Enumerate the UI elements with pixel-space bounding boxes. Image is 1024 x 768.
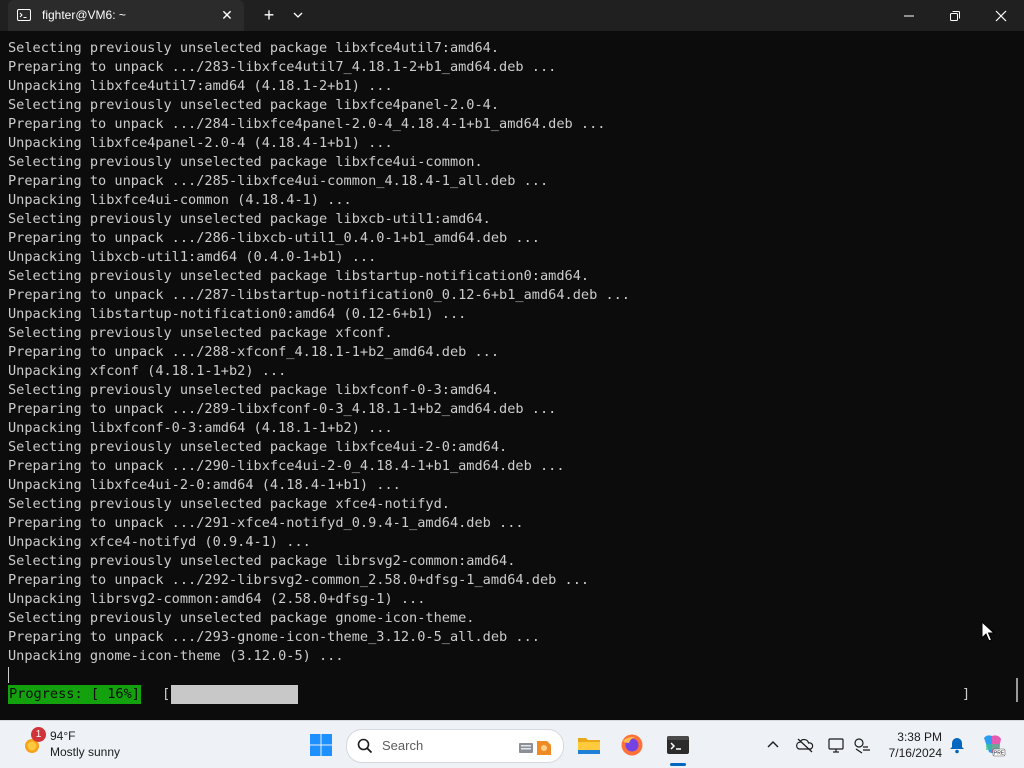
terminal-line: Unpacking libxfconf-0-3:amd64 (4.18.1-1+… (8, 420, 393, 436)
mouse-pointer-icon (981, 621, 995, 642)
terminal-line: Selecting previously unselected package … (8, 439, 508, 455)
terminal-line: Selecting previously unselected package … (8, 268, 590, 284)
start-button[interactable] (303, 727, 339, 763)
chevron-down-icon (293, 12, 303, 18)
terminal-line: Selecting previously unselected package … (8, 553, 516, 569)
close-button[interactable] (978, 0, 1024, 31)
terminal-line: Preparing to unpack .../289-libxfconf-0-… (8, 401, 557, 417)
terminal-line: Unpacking xfce4-notifyd (0.9.4-1) ... (8, 534, 311, 550)
terminal-tab[interactable]: fighter@VM6: ~ ✕ (8, 0, 244, 31)
terminal-icon (667, 736, 689, 754)
search-highlight-icon (519, 741, 551, 755)
terminal-line: Unpacking libxcb-util1:amd64 (0.4.0-1+b1… (8, 249, 377, 265)
terminal-line: Unpacking gnome-icon-theme (3.12.0-5) ..… (8, 648, 344, 664)
terminal-scrollbar[interactable] (1016, 678, 1018, 702)
terminal-line: Unpacking libxfce4ui-2-0:amd64 (4.18.4-1… (8, 477, 401, 493)
terminal-line: Unpacking xfconf (4.18.1-1+b2) ... (8, 363, 287, 379)
terminal-icon (17, 9, 31, 21)
terminal-line: Preparing to unpack .../293-gnome-icon-t… (8, 629, 540, 645)
windows-start-icon (310, 734, 332, 756)
onedrive-icon[interactable] (795, 735, 815, 755)
tab-close-button[interactable]: ✕ (217, 5, 237, 25)
clock-date: 7/16/2024 (888, 746, 942, 760)
firefox-button[interactable] (614, 727, 650, 763)
terminal-line: Selecting previously unselected package … (8, 382, 500, 398)
progress-open-bracket: [ (162, 686, 171, 702)
notification-bell-icon[interactable] (947, 735, 967, 755)
terminal-line: Selecting previously unselected package … (8, 154, 483, 170)
search-label: Search (382, 738, 424, 753)
terminal-line: Preparing to unpack .../292-librsvg2-com… (8, 572, 590, 588)
copilot-icon[interactable]: PRE (980, 732, 1006, 758)
terminal-line: Preparing to unpack .../286-libxcb-util1… (8, 230, 540, 246)
weather-badge: 1 (31, 727, 46, 742)
weather-temperature: 94°F (50, 729, 76, 743)
progress-label: Progress: [ 16%] (8, 685, 141, 704)
minimize-button[interactable] (886, 0, 932, 31)
terminal-lines: Selecting previously unselected package … (8, 39, 630, 666)
terminal-line: Selecting previously unselected package … (8, 496, 450, 512)
active-app-indicator (670, 763, 686, 766)
progress-row: Progress: [ 16%] [ ] (8, 685, 1008, 704)
terminal-line: Preparing to unpack .../288-xfconf_4.18.… (8, 344, 500, 360)
terminal-line: Preparing to unpack .../283-libxfce4util… (8, 59, 557, 75)
progress-close-bracket: ] (962, 686, 971, 702)
file-explorer-icon (578, 738, 600, 754)
terminal-line: Preparing to unpack .../287-libstartup-n… (8, 287, 630, 303)
terminal-line: Selecting previously unselected package … (8, 325, 393, 341)
maximize-icon (950, 11, 960, 21)
minimize-icon (904, 15, 914, 17)
terminal-line: Unpacking libxfce4panel-2.0-4 (4.18.4-1+… (8, 135, 393, 151)
taskbar: 1 94°F Mostly sunny Search 3:38 PM 7/16/… (0, 720, 1024, 768)
terminal-line: Selecting previously unselected package … (8, 610, 475, 626)
terminal-line: Selecting previously unselected package … (8, 211, 491, 227)
terminal-line: Unpacking libxfce4ui-common (4.18.4-1) .… (8, 192, 352, 208)
terminal-line: Preparing to unpack .../291-xfce4-notify… (8, 515, 524, 531)
terminal-taskbar-button[interactable] (660, 727, 696, 763)
clock-time: 3:38 PM (897, 730, 942, 744)
terminal-line: Selecting previously unselected package … (8, 40, 500, 56)
terminal-line: Preparing to unpack .../284-libxfce4pane… (8, 116, 606, 132)
new-tab-button[interactable]: + (258, 4, 280, 26)
tab-dropdown-button[interactable] (288, 6, 308, 24)
svg-text:PRE: PRE (994, 751, 1005, 757)
weather-widget[interactable]: 1 94°F Mostly sunny (18, 727, 148, 763)
progress-fill (171, 685, 299, 704)
firefox-icon (621, 734, 643, 756)
desktop-screen: fighter@VM6: ~ ✕ + Selecting previously … (0, 0, 1024, 768)
restore-button[interactable] (932, 0, 978, 31)
terminal-line: Unpacking libstartup-notification0:amd64… (8, 306, 467, 322)
file-explorer-button[interactable] (571, 727, 607, 763)
terminal-line: Unpacking libxfce4util7:amd64 (4.18.1-2+… (8, 78, 393, 94)
display-icon[interactable] (827, 735, 847, 755)
terminal-line: Preparing to unpack .../285-libxfce4ui-c… (8, 173, 549, 189)
text-cursor (8, 667, 9, 683)
terminal-line: Preparing to unpack .../290-libxfce4ui-2… (8, 458, 565, 474)
terminal-line: Unpacking librsvg2-common:amd64 (2.58.0+… (8, 591, 426, 607)
network-icon[interactable] (852, 735, 872, 755)
weather-condition: Mostly sunny (50, 745, 121, 759)
tab-title: fighter@VM6: ~ (42, 8, 126, 22)
progress-bar (171, 685, 966, 704)
search-icon (357, 738, 373, 754)
terminal-output[interactable]: Selecting previously unselected package … (0, 31, 1024, 720)
taskbar-search[interactable]: Search (346, 729, 564, 763)
chevron-up-icon[interactable] (763, 735, 783, 755)
title-bar: fighter@VM6: ~ ✕ + (0, 0, 1024, 31)
terminal-line: Selecting previously unselected package … (8, 97, 500, 113)
close-icon (995, 10, 1007, 22)
taskbar-clock[interactable]: 3:38 PM 7/16/2024 (880, 729, 942, 761)
